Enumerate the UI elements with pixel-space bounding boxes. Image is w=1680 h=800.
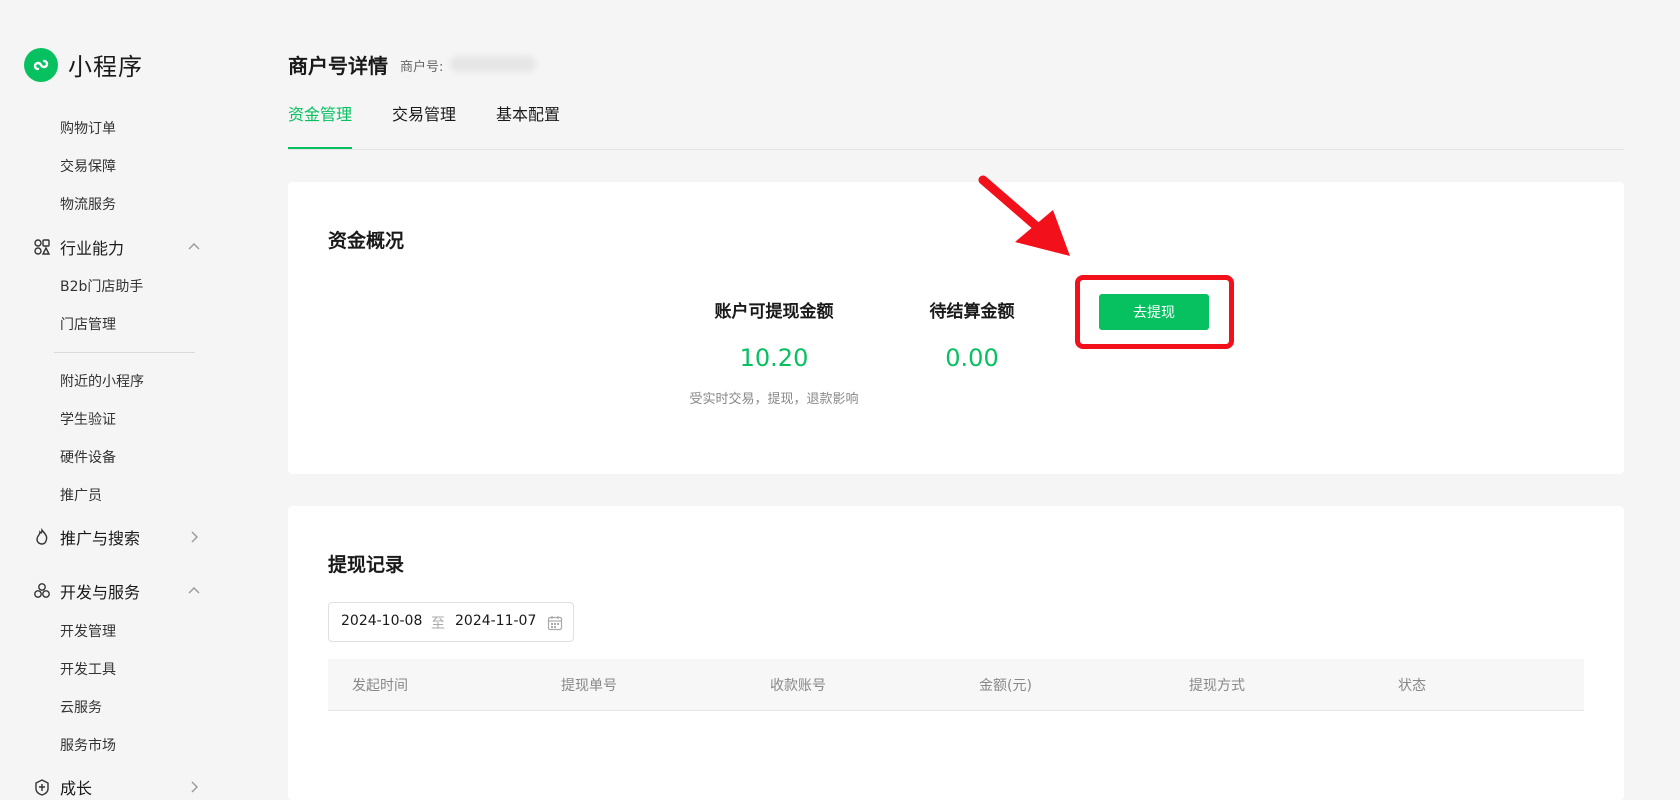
sidebar: 小程序 购物订单 交易保障 物流服务 行业能力 B2b门店助手 门店管理 附近的…	[0, 0, 236, 800]
sidebar-item-promoter[interactable]: 推广员	[60, 486, 102, 506]
logo[interactable]: 小程序	[24, 47, 143, 82]
column-header-method: 提现方式	[1189, 678, 1245, 694]
available-amount-value: 10.20	[739, 344, 809, 372]
logo-text: 小程序	[68, 53, 143, 81]
sidebar-group-label: 推广与搜索	[60, 529, 141, 548]
merchant-id-label: 商户号:	[400, 60, 444, 75]
column-header-order-no: 提现单号	[561, 678, 617, 694]
column-header-amount: 金额(元)	[979, 678, 1032, 694]
sidebar-item-student-verify[interactable]: 学生验证	[60, 410, 116, 430]
sidebar-group-dev-services[interactable]: 开发与服务	[32, 579, 202, 603]
sidebar-group-label: 成长	[60, 779, 93, 798]
available-amount-note: 受实时交易，提现，退款影响	[689, 392, 859, 407]
annotation-highlight-box	[1075, 275, 1234, 349]
chevron-up-icon	[188, 587, 200, 594]
annotation-arrow-icon	[978, 175, 1070, 256]
withdraw-records-card: 提现记录	[288, 506, 1624, 800]
miniprogram-logo-icon	[24, 47, 58, 82]
pending-amount-value: 0.00	[945, 344, 999, 372]
chevron-right-icon	[191, 531, 198, 543]
sidebar-group-label: 行业能力	[60, 239, 125, 258]
sidebar-group-growth[interactable]: 成长	[32, 775, 202, 799]
sidebar-item-dev-tools[interactable]: 开发工具	[60, 660, 116, 680]
sidebar-item-b2b-store[interactable]: B2b门店助手	[60, 277, 143, 297]
records-title: 提现记录	[328, 554, 405, 576]
merchant-id-redacted	[450, 56, 536, 72]
tab-trade-management[interactable]: 交易管理	[392, 104, 456, 126]
records-table-header: 发起时间 提现单号 收款账号 金额(元) 提现方式 状态	[328, 659, 1584, 711]
sidebar-item-nearby-miniprogram[interactable]: 附近的小程序	[60, 372, 144, 392]
active-tab-indicator	[288, 147, 352, 149]
growth-icon	[32, 777, 52, 797]
date-start[interactable]: 2024-10-08	[341, 613, 422, 629]
available-amount-label: 账户可提现金额	[714, 302, 834, 322]
column-header-time: 发起时间	[352, 678, 408, 694]
sidebar-item-dev-management[interactable]: 开发管理	[60, 622, 116, 642]
dev-services-icon	[32, 581, 52, 601]
sidebar-item-cloud-service[interactable]: 云服务	[60, 698, 102, 718]
sidebar-item-trade-guarantee[interactable]: 交易保障	[60, 157, 116, 177]
fund-overview-card: 资金概况	[288, 182, 1624, 474]
sidebar-item-store-management[interactable]: 门店管理	[60, 315, 116, 335]
column-header-account: 收款账号	[770, 678, 826, 694]
flame-icon	[32, 527, 52, 547]
tab-basic-config[interactable]: 基本配置	[496, 104, 560, 126]
date-range-picker[interactable]: 2024-10-08 至 2024-11-07	[328, 602, 574, 642]
sidebar-item-hardware[interactable]: 硬件设备	[60, 448, 116, 468]
tab-fund-management[interactable]: 资金管理	[288, 104, 352, 126]
overview-title: 资金概况	[328, 230, 405, 252]
sidebar-divider	[54, 352, 195, 353]
calendar-icon	[547, 616, 563, 631]
sidebar-group-promotion[interactable]: 推广与搜索	[32, 525, 202, 549]
chevron-right-icon	[191, 781, 198, 793]
date-separator: 至	[431, 616, 445, 632]
date-end[interactable]: 2024-11-07	[455, 613, 536, 629]
sidebar-group-label: 开发与服务	[60, 583, 141, 602]
column-header-status: 状态	[1398, 678, 1426, 694]
tab-bar: 资金管理 交易管理 基本配置	[288, 100, 1624, 150]
sidebar-item-service-market[interactable]: 服务市场	[60, 736, 116, 756]
industry-icon	[32, 237, 52, 257]
pending-amount-label: 待结算金额	[929, 302, 1015, 322]
chevron-up-icon	[188, 243, 200, 250]
sidebar-item-shopping-orders[interactable]: 购物订单	[60, 119, 116, 139]
sidebar-group-industry[interactable]: 行业能力	[32, 235, 202, 259]
sidebar-item-logistics[interactable]: 物流服务	[60, 195, 116, 215]
page-title: 商户号详情	[288, 54, 388, 78]
